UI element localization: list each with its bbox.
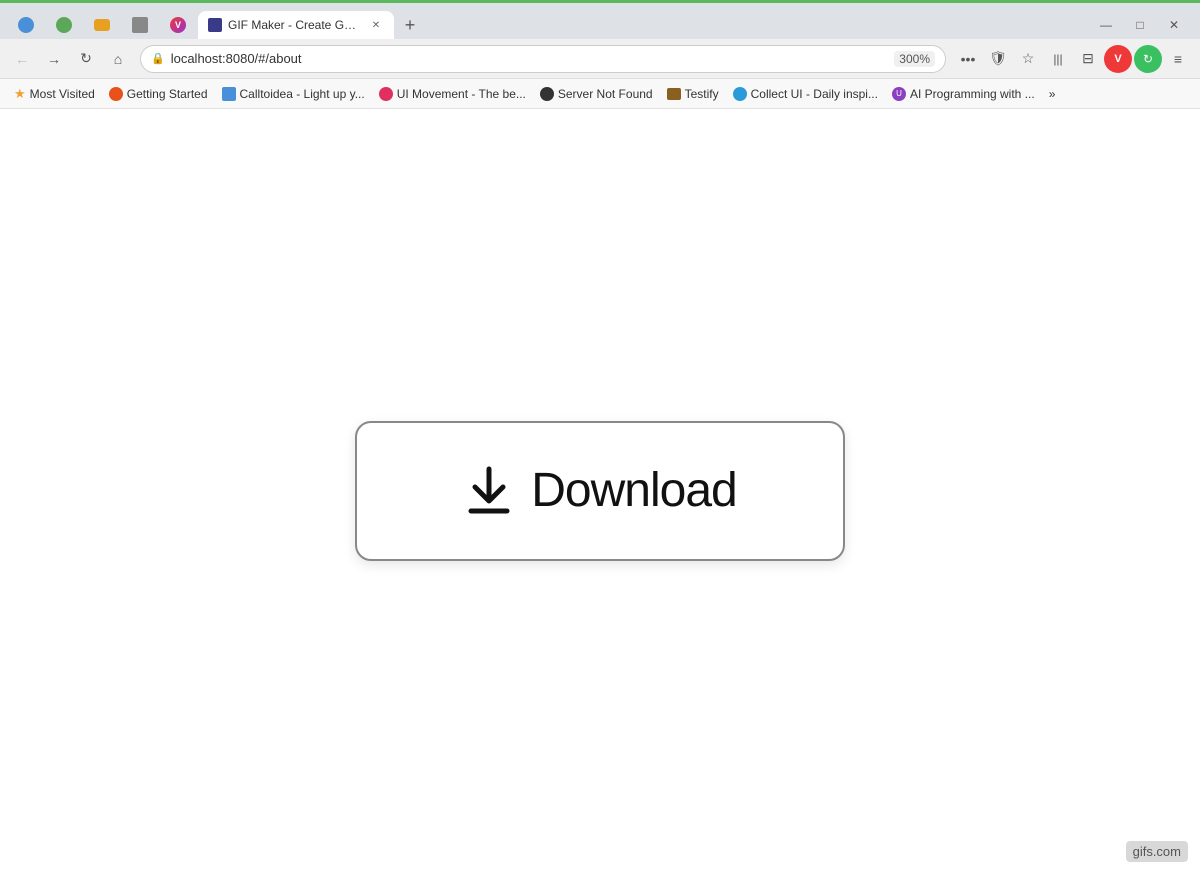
bookmark-ui-movement-label: UI Movement - The be... bbox=[397, 87, 526, 101]
minimize-button[interactable]: — bbox=[1092, 11, 1120, 39]
refresh-icon bbox=[56, 17, 72, 33]
tab-globe[interactable] bbox=[8, 11, 44, 39]
tab-folder[interactable] bbox=[84, 11, 120, 39]
noimg-icon bbox=[132, 17, 148, 33]
most-visited-icon: ★ bbox=[14, 86, 26, 102]
page-content: Download gifs.com bbox=[0, 109, 1200, 872]
more-button[interactable]: ••• bbox=[954, 45, 982, 73]
gif-maker-icon bbox=[208, 18, 222, 32]
vivaldi-icon: V bbox=[170, 17, 186, 33]
globe-icon bbox=[18, 17, 34, 33]
address-bar[interactable]: 🔒 localhost:8080/#/about 300% bbox=[140, 45, 946, 73]
toolbar: ← → ↻ ⌂ 🔒 localhost:8080/#/about 300% ••… bbox=[0, 39, 1200, 79]
bookmark-server-not-found[interactable]: Server Not Found bbox=[534, 85, 659, 103]
new-tab-button[interactable]: + bbox=[396, 11, 424, 39]
maximize-button[interactable]: □ bbox=[1126, 11, 1154, 39]
bookmark-most-visited[interactable]: ★ Most Visited bbox=[8, 84, 101, 104]
forward-button[interactable]: → bbox=[40, 45, 68, 73]
bookmark-server-not-found-label: Server Not Found bbox=[558, 87, 653, 101]
download-icon bbox=[463, 465, 515, 517]
split-view-button[interactable]: ⊟ bbox=[1074, 45, 1102, 73]
testify-icon bbox=[667, 88, 681, 100]
close-button[interactable]: ✕ bbox=[1160, 11, 1188, 39]
watermark: gifs.com bbox=[1126, 841, 1188, 862]
getting-started-icon bbox=[109, 87, 123, 101]
bookmark-ai-programming[interactable]: U AI Programming with ... bbox=[886, 85, 1041, 103]
ai-programming-icon: U bbox=[892, 87, 906, 101]
bookmark-calltoidea[interactable]: Calltoidea - Light up y... bbox=[216, 85, 371, 103]
tab-active[interactable]: GIF Maker - Create GIFs from V ✕ bbox=[198, 11, 394, 39]
browser-window: V GIF Maker - Create GIFs from V ✕ + — □… bbox=[0, 0, 1200, 872]
bookmark-getting-started[interactable]: Getting Started bbox=[103, 85, 214, 103]
watermark-text: gifs.com bbox=[1133, 844, 1181, 859]
title-bar: V GIF Maker - Create GIFs from V ✕ + — □… bbox=[0, 3, 1200, 39]
reload-button[interactable]: ↻ bbox=[72, 45, 100, 73]
home-button[interactable]: ⌂ bbox=[104, 45, 132, 73]
shield-button[interactable]: 🛡 bbox=[984, 45, 1012, 73]
tab-refresh[interactable] bbox=[46, 11, 82, 39]
security-lock-icon: 🔒 bbox=[151, 52, 165, 65]
sync-button[interactable]: ↻ bbox=[1134, 45, 1162, 73]
zoom-level: 300% bbox=[894, 51, 935, 67]
collect-ui-icon bbox=[733, 87, 747, 101]
back-button[interactable]: ← bbox=[8, 45, 36, 73]
bookmark-most-visited-label: Most Visited bbox=[30, 87, 95, 101]
tabs-area: V GIF Maker - Create GIFs from V ✕ + bbox=[4, 5, 1090, 39]
toolbar-right: ••• 🛡 ☆ ||| ⊟ V ↻ ≡ bbox=[954, 45, 1192, 73]
download-icon-wrap bbox=[463, 465, 515, 517]
tab-active-label: GIF Maker - Create GIFs from V bbox=[228, 18, 358, 32]
calltoidea-icon bbox=[222, 87, 236, 101]
folder-icon bbox=[94, 19, 110, 31]
tab-vivaldi[interactable]: V bbox=[160, 11, 196, 39]
ui-movement-icon bbox=[379, 87, 393, 101]
bookmarks-bar: ★ Most Visited Getting Started Calltoide… bbox=[0, 79, 1200, 109]
address-text: localhost:8080/#/about bbox=[171, 51, 889, 66]
bookmark-ui-movement[interactable]: UI Movement - The be... bbox=[373, 85, 532, 103]
vivaldi-menu-icon[interactable]: V bbox=[1104, 45, 1132, 73]
bookmark-star-button[interactable]: ☆ bbox=[1014, 45, 1042, 73]
download-button-label: Download bbox=[531, 463, 736, 518]
tab-close-button[interactable]: ✕ bbox=[368, 17, 384, 33]
bookmark-testify[interactable]: Testify bbox=[661, 85, 725, 103]
window-controls: — □ ✕ bbox=[1092, 11, 1196, 39]
bookmark-ai-programming-label: AI Programming with ... bbox=[910, 87, 1035, 101]
tab-noimg[interactable] bbox=[122, 11, 158, 39]
bookmarks-more-button[interactable]: » bbox=[1043, 85, 1062, 103]
github-icon bbox=[540, 87, 554, 101]
bookmark-getting-started-label: Getting Started bbox=[127, 87, 208, 101]
download-button[interactable]: Download bbox=[355, 421, 845, 561]
reading-list-button[interactable]: ||| bbox=[1044, 45, 1072, 73]
menu-button[interactable]: ≡ bbox=[1164, 45, 1192, 73]
bookmark-testify-label: Testify bbox=[685, 87, 719, 101]
bookmark-calltoidea-label: Calltoidea - Light up y... bbox=[240, 87, 365, 101]
bookmark-collect-ui[interactable]: Collect UI - Daily inspi... bbox=[727, 85, 884, 103]
bookmark-collect-ui-label: Collect UI - Daily inspi... bbox=[751, 87, 878, 101]
